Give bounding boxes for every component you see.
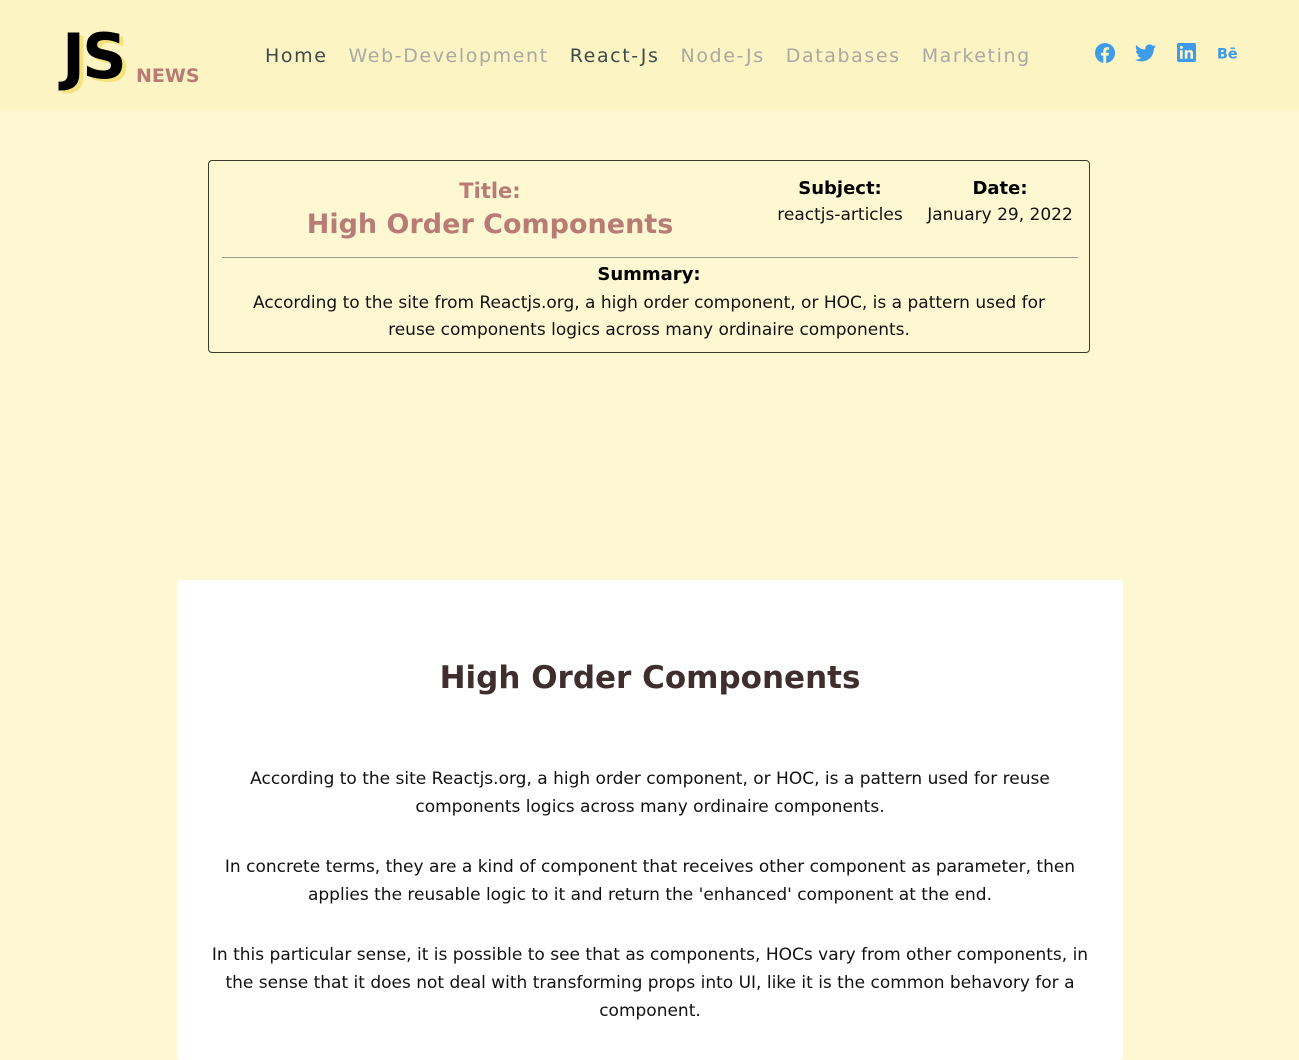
card-date: January 29, 2022 — [927, 205, 1073, 225]
linkedin-icon[interactable] — [1176, 42, 1197, 63]
main-nav: Home Web-Development React-Js Node-Js Da… — [265, 42, 1052, 70]
card-subject: reactjs-articles — [777, 205, 903, 225]
logo-js-text: JS — [62, 20, 127, 93]
nav-item-web-development[interactable]: Web-Development — [349, 42, 549, 70]
nav-item-marketing[interactable]: Marketing — [922, 42, 1031, 70]
social-links: Bē — [1094, 42, 1238, 63]
nav-item-databases[interactable]: Databases — [786, 42, 901, 70]
card-date-label: Date: — [972, 178, 1028, 199]
nav-item-node-js[interactable]: Node-Js — [681, 42, 765, 70]
nav-item-home[interactable]: Home — [265, 42, 328, 70]
nav-item-react-js[interactable]: React-Js — [570, 42, 660, 70]
site-header: JS NEWS Home Web-Development React-Js No… — [0, 0, 1299, 110]
article-paragraph: In this particular sense, it is possible… — [211, 945, 1089, 1021]
card-title: High Order Components — [306, 209, 674, 240]
site-logo[interactable]: JS NEWS — [62, 22, 212, 92]
card-summary-text: According to the site from Reactjs.org, … — [252, 293, 1046, 340]
card-subject-label: Subject: — [798, 178, 882, 199]
behance-icon[interactable]: Bē — [1217, 42, 1238, 63]
svg-text:Bē: Bē — [1217, 46, 1238, 60]
article-summary-card: Title: High Order Components Subject: re… — [208, 160, 1090, 353]
article-paragraph: According to the site Reactjs.org, a hig… — [250, 769, 1050, 817]
article-paragraph: In concrete terms, they are a kind of co… — [224, 857, 1076, 905]
card-divider — [222, 257, 1078, 258]
twitter-icon[interactable] — [1135, 42, 1156, 63]
article-title: High Order Components — [439, 660, 861, 696]
card-summary-label: Summary: — [597, 264, 701, 285]
card-title-label: Title: — [459, 179, 521, 203]
facebook-icon[interactable] — [1094, 42, 1115, 63]
article-content: High Order Components According to the s… — [177, 580, 1123, 1060]
article-body: According to the site Reactjs.org, a hig… — [207, 765, 1093, 1057]
logo-news-text: NEWS — [136, 65, 200, 87]
